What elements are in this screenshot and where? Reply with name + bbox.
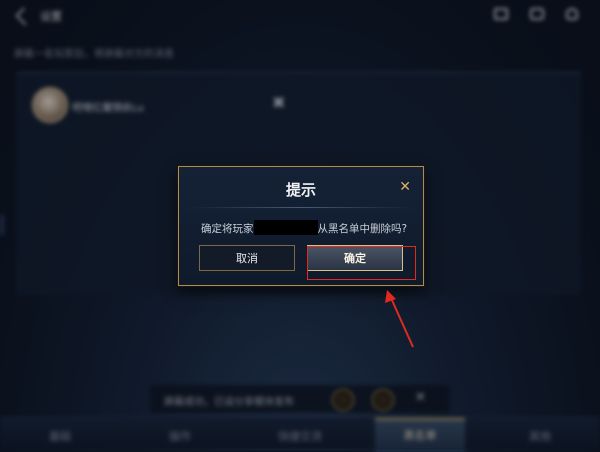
annotation-arrow-icon [385, 290, 414, 348]
